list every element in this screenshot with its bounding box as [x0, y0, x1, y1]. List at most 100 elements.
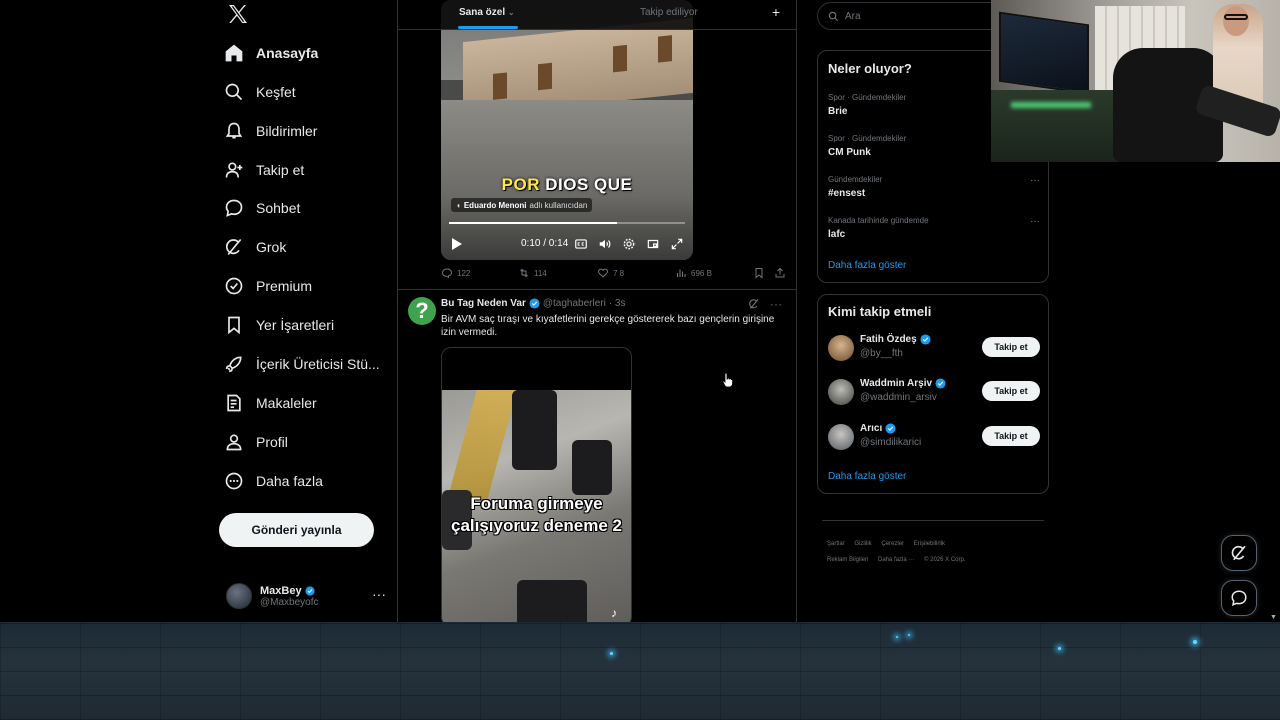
video-frame-person: [512, 390, 557, 470]
video-subtitle-highlight: POR: [501, 175, 540, 194]
sidebar-item-premium[interactable]: Premium: [224, 271, 312, 301]
tweet-author-handle[interactable]: @taghaberleri: [543, 298, 606, 309]
captions-icon[interactable]: [574, 237, 588, 251]
footer-link[interactable]: Çerezler: [881, 541, 904, 547]
sidebar-item-label: Keşfet: [256, 84, 296, 100]
more-icon[interactable]: ···: [1030, 216, 1040, 227]
who-to-follow-title: Kimi takip etmeli: [828, 304, 932, 319]
sidebar-item-profile[interactable]: Profil: [224, 427, 288, 457]
repost-button[interactable]: 114: [518, 267, 547, 279]
footer-link[interactable]: Erişilebilirlik: [914, 541, 945, 547]
trends-title: Neler oluyor?: [828, 61, 912, 76]
user-icon: ◖: [456, 200, 461, 210]
suggestion-name: Waddmin Arşiv: [860, 378, 933, 389]
video-credit-name: Eduardo Menoni: [463, 200, 527, 210]
trend-item[interactable]: Kanada tarihinde gündemde lafc ···: [828, 216, 1040, 240]
volume-icon[interactable]: [598, 237, 612, 251]
sidebar-item-creator-studio[interactable]: İçerik Üreticisi Stü...: [224, 349, 380, 379]
video-progress-bar[interactable]: [449, 222, 685, 224]
avatar[interactable]: ?: [408, 297, 436, 325]
sidebar-item-follow[interactable]: Takip et: [224, 155, 304, 185]
more-icon[interactable]: ···: [770, 297, 782, 311]
footer-link[interactable]: Şartlar: [827, 541, 845, 547]
views-button[interactable]: 696 B: [675, 267, 712, 279]
views-chart-icon: [676, 269, 686, 277]
copyright: © 2026 X Corp.: [924, 557, 966, 563]
tweet-time[interactable]: · 3s: [609, 298, 626, 309]
sidebar-item-label: Bildirimler: [256, 123, 318, 139]
share-button[interactable]: [774, 267, 786, 279]
rocket-icon: [225, 356, 242, 373]
video-frame-door: [658, 35, 672, 63]
sidebar-item-articles[interactable]: Makaleler: [224, 388, 317, 418]
like-button[interactable]: 7 8: [597, 267, 624, 279]
timeline: POR DIOS QUE ◖ Eduardo Menoni adlı kulla…: [397, 0, 797, 622]
trend-item[interactable]: Gündemdekiler #ensest ···: [828, 175, 1040, 199]
follow-suggestion[interactable]: Fatih Özdeş @by__fth Takip et: [828, 333, 1040, 363]
account-handle: @Maxbeyofc: [260, 596, 319, 608]
trend-meta: Gündemdekiler: [828, 175, 883, 184]
tab-following[interactable]: Takip ediliyor: [640, 7, 698, 18]
avatar[interactable]: [828, 424, 854, 450]
fullscreen-icon[interactable]: [670, 237, 684, 251]
sidebar-item-label: Sohbet: [256, 200, 301, 216]
bookmark-button[interactable]: [753, 267, 765, 279]
webcam-tv: [999, 11, 1089, 95]
heart-icon: [598, 268, 608, 278]
suggestion-name: Arıcı: [860, 423, 883, 434]
video-player[interactable]: POR DIOS QUE ◖ Eduardo Menoni adlı kulla…: [441, 0, 693, 260]
post-button[interactable]: Gönderi yayınla: [219, 513, 374, 547]
footer-link[interactable]: Daha fazla ···: [878, 557, 914, 563]
account-name: MaxBey: [260, 584, 302, 597]
more-icon[interactable]: ···: [372, 586, 386, 602]
tweet[interactable]: ? Bu Tag Neden Var @taghaberleri · 3s ··…: [398, 292, 796, 622]
messages-fab-button[interactable]: [1221, 580, 1257, 616]
follow-button[interactable]: Takip et: [982, 426, 1040, 446]
sidebar-item-label: Premium: [256, 278, 313, 294]
sidebar-item-grok[interactable]: Grok: [224, 232, 286, 262]
grok-icon[interactable]: [748, 298, 760, 310]
tweet-tools: ···: [748, 297, 782, 311]
show-more-link[interactable]: Daha fazla göster: [828, 471, 906, 482]
avatar[interactable]: [828, 335, 854, 361]
trend-name: #ensest: [828, 188, 866, 199]
video-player[interactable]: Foruma girmeye çalışıyoruz deneme 2 ♪: [441, 347, 632, 622]
sidebar-item-notifications[interactable]: Bildirimler: [224, 116, 317, 146]
show-more-link[interactable]: Daha fazla göster: [828, 260, 906, 271]
repost-icon: [520, 268, 528, 278]
more-icon[interactable]: ···: [1030, 175, 1040, 186]
grok-fab-button[interactable]: [1221, 535, 1257, 571]
tab-for-you[interactable]: Sana özel ⌄: [459, 7, 515, 18]
search-input[interactable]: [845, 10, 995, 22]
sidebar-item-explore[interactable]: Keşfet: [224, 77, 296, 107]
follow-suggestion[interactable]: Waddmin Arşiv @waddmin_arsiv Takip et: [828, 377, 1040, 407]
grok-icon: [225, 238, 242, 256]
follow-button[interactable]: Takip et: [982, 381, 1040, 401]
video-frame-door: [493, 72, 507, 100]
chat-icon: [225, 199, 243, 217]
follow-suggestion[interactable]: Arıcı @simdilikarici Takip et: [828, 422, 1040, 452]
sidebar-item-more[interactable]: Daha fazla: [224, 466, 323, 496]
video-controls: 0:10 / 0:14: [441, 232, 693, 256]
sidebar-item-chat[interactable]: Sohbet: [224, 193, 300, 223]
tweet-author-name[interactable]: Bu Tag Neden Var: [441, 298, 526, 309]
pip-icon[interactable]: [646, 237, 660, 251]
reply-button[interactable]: 122: [441, 267, 470, 279]
account-switcher[interactable]: MaxBey @Maxbeyofc ···: [226, 578, 386, 614]
x-logo-icon[interactable]: [226, 2, 250, 26]
sidebar-item-bookmarks[interactable]: Yer İşaretleri: [224, 310, 334, 340]
settings-gear-icon[interactable]: [622, 237, 636, 251]
footer-link[interactable]: Gizlilik: [854, 541, 871, 547]
avatar[interactable]: [828, 379, 854, 405]
add-tab-icon[interactable]: +: [772, 4, 780, 20]
sidebar-item-home[interactable]: Anasayfa: [224, 38, 318, 68]
video-frame-stripe: [447, 390, 517, 500]
play-icon[interactable]: [451, 237, 463, 251]
scroll-down-arrow-icon[interactable]: ▼: [1270, 614, 1277, 621]
sidebar-item-label: Profil: [256, 434, 288, 450]
footer-link[interactable]: Reklam Bilgileri: [827, 557, 868, 563]
tweet-header: Bu Tag Neden Var @taghaberleri · 3s: [441, 298, 625, 309]
follow-button[interactable]: Takip et: [982, 337, 1040, 357]
repost-count: 114: [534, 268, 547, 278]
trend-meta: Kanada tarihinde gündemde: [828, 216, 929, 225]
